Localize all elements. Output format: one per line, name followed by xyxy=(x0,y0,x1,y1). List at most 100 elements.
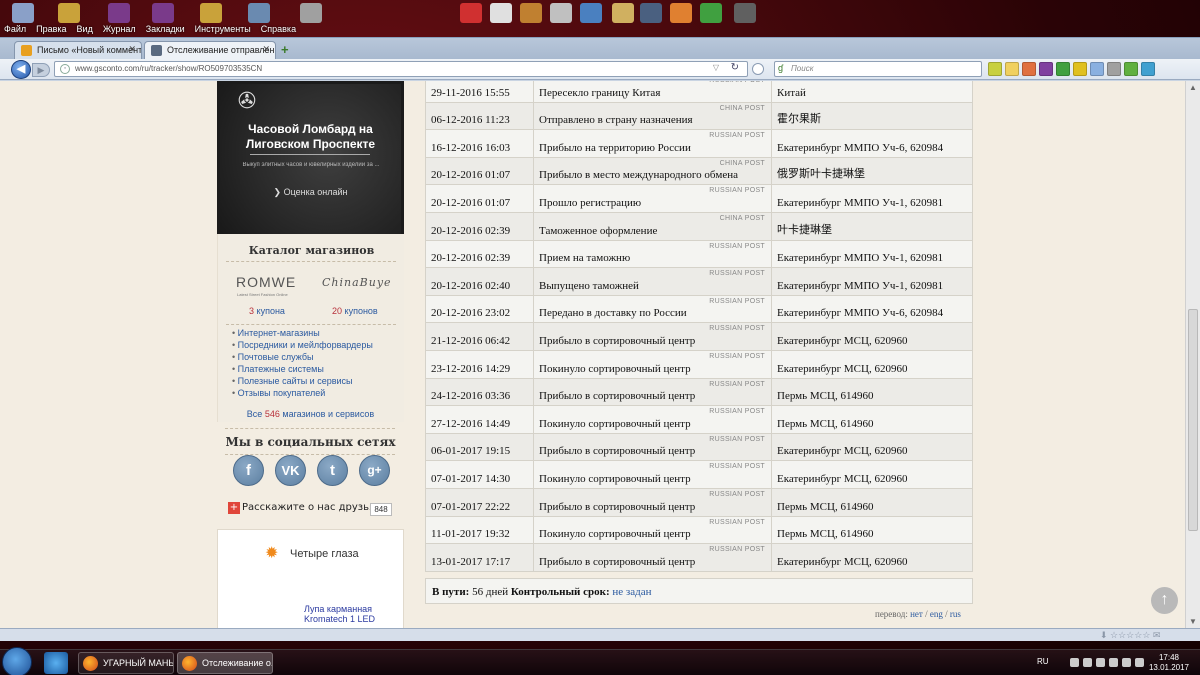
plus-icon: + xyxy=(228,502,240,514)
new-tab-button[interactable]: + xyxy=(281,42,289,57)
event-location: Екатеринбург МСЦ, 620960 xyxy=(771,432,973,462)
coupon-count-romwe[interactable]: 3 купона xyxy=(249,306,285,316)
desktop-shortcut-icon[interactable] xyxy=(612,3,634,23)
scroll-to-top-button[interactable]: ↑ xyxy=(1151,587,1178,614)
event-location: Пермь МСЦ, 614960 xyxy=(771,487,973,517)
event-date: 20-12-2016 02:39 xyxy=(425,211,534,241)
search-input[interactable]: ɠ Поиск xyxy=(774,61,982,77)
ad-banner[interactable]: ✹ Четыре глаза Лупа карманная Kromatech … xyxy=(217,529,404,628)
taskbar-item-firefox-2[interactable]: Отслеживание о... xyxy=(177,652,273,674)
tray-icon[interactable] xyxy=(1096,658,1105,667)
addon-icon[interactable] xyxy=(1090,62,1104,76)
desktop-shortcut-icon[interactable] xyxy=(734,3,756,23)
forward-button[interactable]: ▶ xyxy=(32,63,50,77)
translate-none[interactable]: нет xyxy=(910,609,923,619)
addon-icon[interactable] xyxy=(1005,62,1019,76)
desktop-shortcut-icon[interactable] xyxy=(108,3,130,23)
internet-explorer-icon[interactable] xyxy=(44,652,68,674)
desktop-shortcut-icon[interactable] xyxy=(520,3,542,23)
tab-tracking[interactable]: Отслеживание отправлен... ✕ xyxy=(144,41,276,59)
tray-icon[interactable] xyxy=(1109,658,1118,667)
catalog-link[interactable]: Платежные системы xyxy=(232,363,397,375)
translate-eng[interactable]: eng xyxy=(930,609,943,619)
desktop-shortcut-icon[interactable] xyxy=(12,3,34,23)
addon-icon[interactable] xyxy=(1124,62,1138,76)
desktop-shortcut-icon[interactable] xyxy=(580,3,602,23)
desktop-shortcut-icon[interactable] xyxy=(248,3,270,23)
desktop-shortcut-icon[interactable] xyxy=(200,3,222,23)
tray-icon[interactable] xyxy=(1122,658,1131,667)
desktop-shortcut-icon[interactable] xyxy=(700,3,722,23)
menu-item[interactable]: Файл xyxy=(4,24,26,34)
menu-item[interactable]: Инструменты xyxy=(195,24,251,34)
desktop-shortcut-icon[interactable] xyxy=(550,3,572,23)
desktop-shortcut-icon[interactable] xyxy=(152,3,174,23)
language-indicator[interactable]: RU xyxy=(1037,657,1049,666)
event-date: 07-01-2017 22:22 xyxy=(425,487,534,517)
desktop-shortcut-icon[interactable] xyxy=(300,3,322,23)
deadline-value-link[interactable]: не задан xyxy=(612,586,651,598)
scroll-down-arrow-icon[interactable]: ▼ xyxy=(1189,617,1197,626)
vk-icon[interactable]: VK xyxy=(275,455,306,486)
back-button[interactable]: ◀ xyxy=(11,60,31,79)
volume-icon[interactable] xyxy=(1135,658,1144,667)
browser-menubar: Файл Правка Вид Журнал Закладки Инструменты Сп… xyxy=(4,24,296,34)
coupon-count-chinabuye[interactable]: 20 купонов xyxy=(332,306,378,316)
circle-icon[interactable] xyxy=(752,63,764,75)
page-scrollbar[interactable]: ▲ ▼ xyxy=(1185,81,1200,628)
addon-icon[interactable] xyxy=(1039,62,1053,76)
addon-icon[interactable] xyxy=(988,62,1002,76)
addon-icon[interactable] xyxy=(1073,62,1087,76)
tray-icon[interactable] xyxy=(1070,658,1079,667)
catalog-link[interactable]: Посредники и мейлфорвардеры xyxy=(232,339,397,351)
tray-icon[interactable] xyxy=(1083,658,1092,667)
rating-stars-icon[interactable]: ⬇ ☆☆☆☆☆ ✉ xyxy=(1100,630,1160,641)
close-icon[interactable]: ✕ xyxy=(128,44,136,55)
start-button[interactable] xyxy=(2,647,32,675)
brand-romwe-logo[interactable]: ROMWE xyxy=(236,274,296,290)
all-shops-link[interactable]: Все 546 магазинов и сервисов xyxy=(217,409,404,419)
addon-icon[interactable] xyxy=(1141,62,1155,76)
reload-icon[interactable]: ↻ xyxy=(731,62,739,73)
share-button[interactable]: + Расскажите о нас друзьям xyxy=(228,502,383,514)
divider xyxy=(226,324,396,325)
deadline-label: Контрольный срок: xyxy=(510,586,610,598)
translate-rus[interactable]: rus xyxy=(950,609,961,619)
tab-email[interactable]: Письмо «Новый коммент... ✕ xyxy=(14,41,142,59)
menu-item[interactable]: Журнал xyxy=(103,24,136,34)
catalog-link[interactable]: Почтовые службы xyxy=(232,351,397,363)
desktop-shortcut-icon[interactable] xyxy=(490,3,512,23)
close-icon[interactable]: ✕ xyxy=(262,44,270,55)
addon-icon[interactable] xyxy=(1056,62,1070,76)
clock[interactable]: 17:48 13.01.2017 xyxy=(1145,653,1193,673)
event-status: Покинуло сортировочный центр xyxy=(539,528,691,541)
menu-item[interactable]: Справка xyxy=(261,24,296,34)
brand-chinabuye-logo[interactable]: ChinaBuye xyxy=(322,276,392,289)
promo-button[interactable]: ❯ Оценка онлайн xyxy=(220,187,401,198)
desktop-shortcut-icon[interactable] xyxy=(460,3,482,23)
ad-product-link[interactable]: Лупа карманная Kromatech 1 LED xyxy=(304,604,394,624)
carrier-label: RUSSIAN POST xyxy=(709,463,765,471)
all-count: 546 xyxy=(264,409,280,419)
url-bar[interactable]: ◦ www.gsconto.com/ru/tracker/show/RO5097… xyxy=(54,61,748,77)
facebook-icon[interactable]: f xyxy=(233,455,264,486)
google-plus-icon[interactable]: g+ xyxy=(359,455,390,486)
addon-icon[interactable] xyxy=(1022,62,1036,76)
scrollbar-thumb[interactable] xyxy=(1188,309,1198,531)
catalog-link[interactable]: Интернет-магазины xyxy=(232,327,397,339)
taskbar-item-firefox-1[interactable]: УГАРНЫЙ МАНЬ... xyxy=(78,652,174,674)
dropdown-arrow-icon[interactable]: ▽ xyxy=(713,63,719,72)
twitter-icon[interactable]: t xyxy=(317,455,348,486)
desktop-shortcut-icon[interactable] xyxy=(640,3,662,23)
event-status: Покинуло сортировочный центр xyxy=(539,417,691,430)
addon-icon[interactable] xyxy=(1107,62,1121,76)
catalog-link[interactable]: Полезные сайты и сервисы xyxy=(232,375,397,387)
desktop-shortcut-icon[interactable] xyxy=(670,3,692,23)
catalog-link[interactable]: Отзывы покупателей xyxy=(232,387,397,399)
menu-item[interactable]: Вид xyxy=(77,24,93,34)
menu-item[interactable]: Правка xyxy=(36,24,66,34)
event-location: Екатеринбург ММПО Уч-1, 620981 xyxy=(771,267,973,296)
desktop-shortcut-icon[interactable] xyxy=(58,3,80,23)
scroll-up-arrow-icon[interactable]: ▲ xyxy=(1189,83,1197,92)
menu-item[interactable]: Закладки xyxy=(146,24,185,34)
